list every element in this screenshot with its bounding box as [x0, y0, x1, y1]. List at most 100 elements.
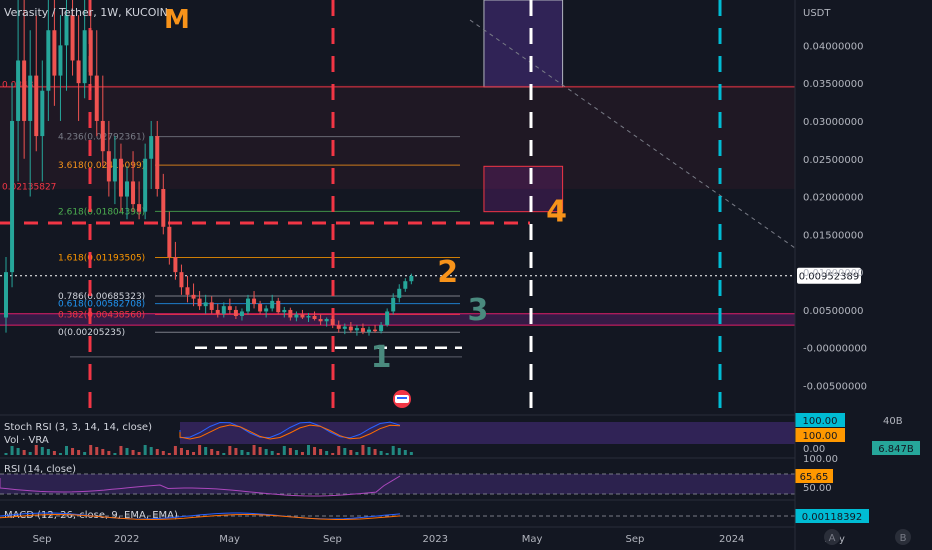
volume-bar — [343, 448, 347, 455]
volume-bar — [222, 453, 226, 455]
time-tick-label: 2023 — [423, 534, 448, 545]
candle-body — [70, 15, 75, 61]
candle-body — [215, 309, 220, 314]
candle-body — [82, 30, 87, 84]
candle-body — [373, 329, 378, 332]
candle-body — [348, 326, 353, 331]
volume-bar — [228, 446, 232, 455]
chart-background — [0, 0, 932, 550]
candle-body — [125, 181, 129, 197]
footer-auto-button[interactable]: A — [824, 529, 840, 545]
volume-bar — [216, 451, 220, 455]
candle-body — [264, 308, 269, 312]
fib-label: 0.618(0.00582708) — [58, 300, 145, 310]
candle-body — [318, 319, 323, 322]
candle-body — [367, 329, 371, 332]
volume-bar — [101, 449, 105, 455]
volume-bar — [52, 451, 56, 455]
candle-body — [185, 287, 190, 295]
candle-body — [246, 298, 250, 312]
candle-body — [360, 328, 365, 332]
time-tick-label: May — [522, 534, 543, 545]
candle-body — [258, 303, 263, 312]
chart-title: Verasity / Tether, 1W, KUCOIN — [4, 6, 168, 19]
candle-body — [397, 288, 402, 298]
volume-axis-label: 40B — [883, 416, 903, 427]
volume-bar — [173, 446, 177, 455]
stoch-value-2: 100.00 — [803, 431, 838, 442]
rsi-axis-bottom: 50.00 — [803, 483, 832, 494]
candle-body — [209, 302, 214, 310]
wave-label-1: 1 — [371, 340, 392, 375]
volume-bar — [294, 450, 298, 455]
volume-bar — [319, 449, 323, 455]
candle-body — [354, 328, 359, 331]
volume-bar — [143, 445, 147, 455]
time-tick-label: Sep — [33, 534, 52, 545]
volume-bar — [22, 450, 26, 455]
volume-bar — [58, 453, 62, 455]
volume-bar — [325, 451, 329, 455]
candle-body — [16, 60, 21, 121]
volume-bar — [300, 452, 304, 455]
volume-bar — [397, 448, 401, 455]
candle-body — [385, 311, 390, 326]
trading-chart[interactable]: 4.236(0.02792361)3.618(0.02415099)2.618(… — [0, 0, 932, 550]
volume-bar — [131, 450, 135, 455]
volume-bar — [270, 451, 274, 455]
candle-body — [312, 315, 317, 320]
volume-bar — [391, 446, 395, 455]
fib-label: 0.382(0.00438560) — [58, 311, 145, 321]
fib-label: 3.618(0.02415099) — [58, 161, 145, 171]
volume-bar — [234, 448, 238, 455]
candle-body — [149, 136, 154, 159]
candle-body — [409, 275, 414, 282]
candle-body — [94, 75, 99, 121]
volume-bar — [107, 451, 111, 455]
candle-body — [179, 272, 184, 288]
logo-letter: M — [164, 5, 190, 35]
candle-body — [342, 326, 347, 329]
wave-label-3: 3 — [467, 293, 488, 328]
candle-body — [58, 45, 63, 76]
volume-bar — [155, 449, 159, 455]
candle-body — [167, 226, 172, 258]
chart-icon[interactable] — [393, 390, 411, 408]
footer-log-button[interactable]: B — [895, 529, 911, 545]
volume-bar — [337, 446, 341, 455]
time-tick-label: Sep — [625, 534, 644, 545]
volume-value: 6.847B — [878, 444, 914, 455]
stoch-value-1: 100.00 — [803, 416, 838, 427]
upper-purple-box — [483, 0, 564, 88]
candle-body — [276, 300, 281, 313]
candle-body — [306, 315, 311, 318]
candle-body — [40, 90, 45, 137]
volume-bar — [113, 453, 117, 455]
volume-bar — [264, 449, 268, 455]
candle-body — [88, 30, 93, 76]
volume-bar — [161, 451, 165, 455]
volume-bar — [46, 449, 50, 455]
candle-body — [106, 151, 111, 182]
price-tick-label: -0.00500000 — [803, 382, 867, 393]
candle-body — [391, 297, 396, 312]
fib-label: 1.618(0.01193505) — [58, 253, 145, 263]
volume-bar — [4, 453, 8, 455]
price-tick-label: 0.02500000 — [803, 155, 863, 166]
volume-bar — [34, 445, 38, 455]
volume-bar — [403, 450, 407, 455]
price-tick-label: 0.01500000 — [803, 230, 863, 241]
volume-bar — [83, 452, 87, 455]
volume-bar — [349, 450, 353, 455]
time-tick-label: Sep — [323, 534, 342, 545]
auto-button-label: A — [829, 533, 836, 544]
volume-bar — [89, 445, 93, 455]
candle-body — [137, 204, 142, 212]
candle-body — [112, 158, 117, 182]
candle-body — [46, 30, 51, 91]
candle-body — [4, 272, 8, 318]
candle-body — [239, 311, 244, 316]
volume-bar — [192, 452, 196, 455]
volume-bar — [252, 445, 256, 455]
candle-body — [403, 281, 408, 289]
